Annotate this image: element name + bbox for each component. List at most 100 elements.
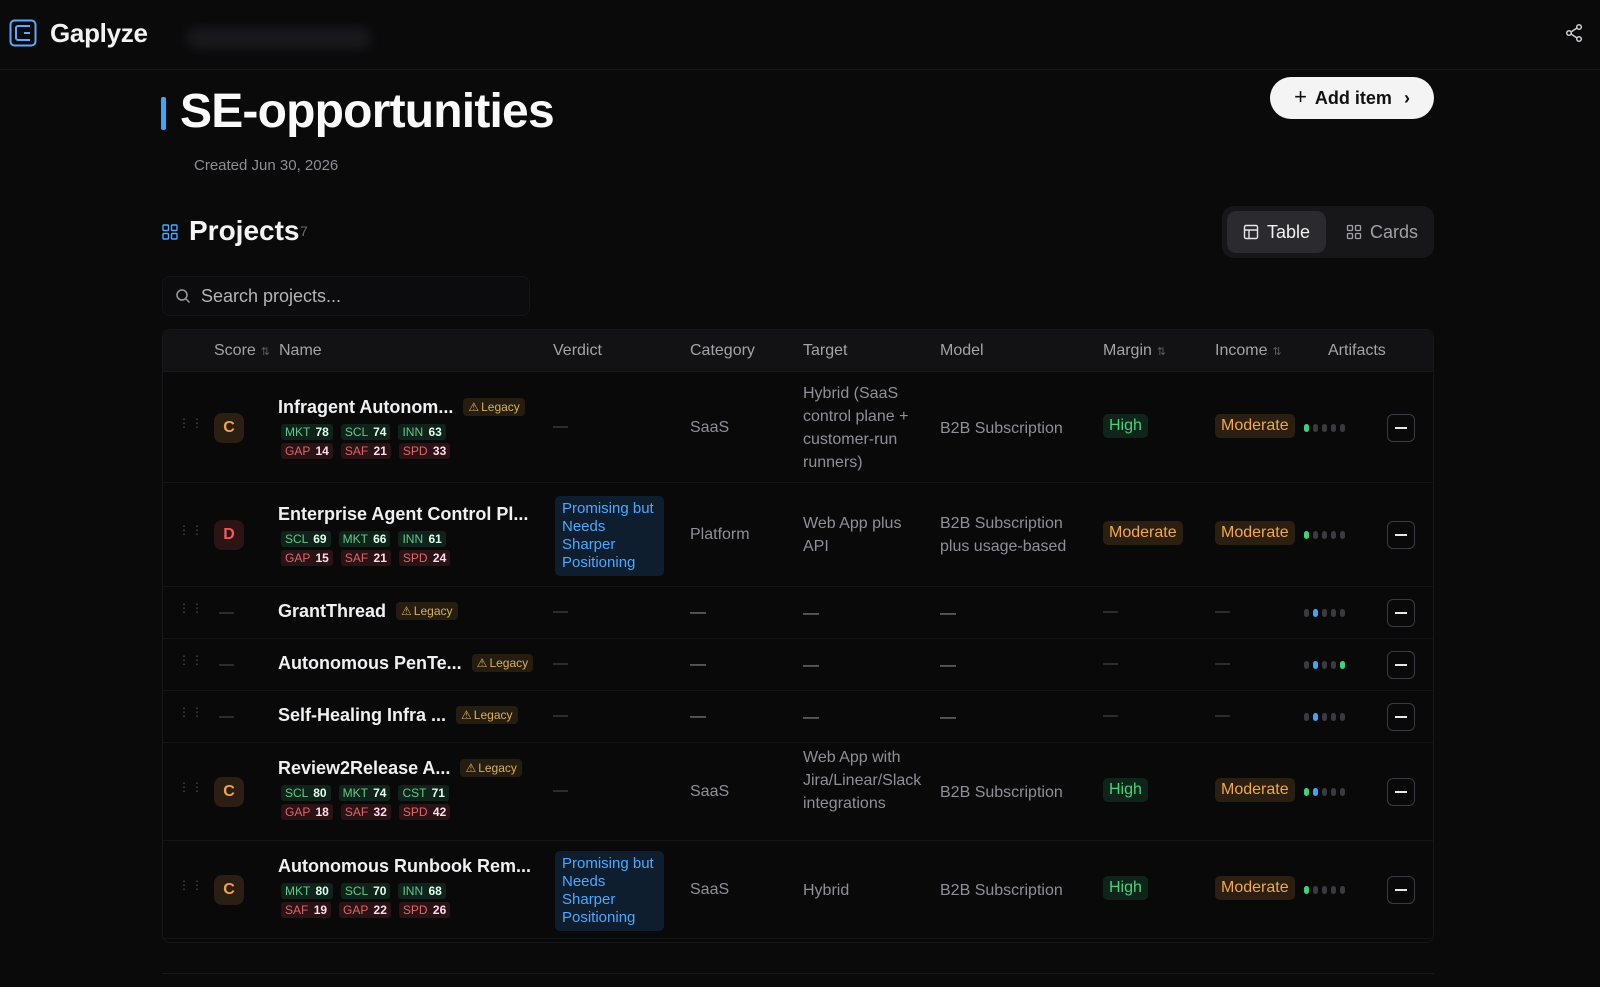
artifact-dot: [1322, 713, 1327, 721]
view-toggle: Table Cards: [1222, 206, 1434, 258]
project-name[interactable]: Self-Healing Infra ... ⚠ Legacy: [278, 705, 518, 726]
artifact-dot: [1340, 886, 1345, 894]
drag-handle-icon[interactable]: ⋮⋮: [178, 654, 203, 666]
artifacts-indicator[interactable]: [1304, 713, 1345, 721]
column-margin[interactable]: Margin ⇅: [1103, 342, 1166, 360]
minus-icon: [1395, 716, 1407, 718]
income-empty: —: [1215, 707, 1230, 724]
cards-view-button[interactable]: Cards: [1330, 211, 1434, 253]
project-name-label: Review2Release A...: [278, 758, 451, 778]
collapse-button[interactable]: [1387, 521, 1415, 549]
column-target-label: Target: [803, 342, 848, 359]
table-row[interactable]: ⋮⋮ C Review2Release A... ⚠ Legacy SCL 80 MKT 7…: [163, 743, 1433, 841]
artifact-dot: [1304, 609, 1309, 617]
artifacts-indicator[interactable]: [1304, 788, 1345, 796]
column-artifacts-label: Artifacts: [1328, 342, 1386, 359]
column-score[interactable]: Score ⇅: [214, 342, 270, 360]
warning-icon: ⚠: [461, 708, 472, 722]
project-name[interactable]: Infragent Autonom... ⚠ Legacy: [278, 397, 525, 418]
table-row[interactable]: ⋮⋮ — Autonomous PenTe... ⚠ Legacy — — — — — —: [163, 639, 1433, 691]
collapse-button[interactable]: [1387, 599, 1415, 627]
share-icon[interactable]: [1564, 23, 1584, 43]
project-name-label: Enterprise Agent Control Pl...: [278, 504, 529, 524]
minus-icon: [1395, 791, 1407, 793]
project-name[interactable]: Autonomous PenTe... ⚠ Legacy: [278, 653, 534, 674]
income-badge: Moderate: [1215, 876, 1295, 900]
metric-chip-negative: SAF 21: [340, 550, 391, 566]
target-cell: Hybrid (SaaS control plane + customer-ru…: [803, 385, 909, 471]
divider: [162, 973, 1434, 974]
artifacts-indicator[interactable]: [1304, 661, 1345, 669]
score-empty: —: [219, 604, 234, 621]
gaplyze-logo-icon[interactable]: [9, 19, 37, 47]
column-score-label: Score: [214, 342, 256, 359]
projects-count: 7: [300, 223, 308, 239]
category-cell: —: [690, 604, 706, 621]
table-row[interactable]: ⋮⋮ C Autonomous Runbook Rem... MKT 80 SCL 70…: [163, 841, 1433, 939]
column-income[interactable]: Income ⇅: [1215, 342, 1282, 360]
table-row[interactable]: ⋮⋮ D Enterprise Agent Control Pl... SCL 69 M…: [163, 483, 1433, 587]
artifacts-indicator[interactable]: [1304, 424, 1345, 432]
collapse-button[interactable]: [1387, 414, 1415, 442]
artifact-dot: [1313, 886, 1318, 894]
metric-chips: SCL 69 MKT 66 INN 61 GAP 15 SAF 21 SPD 24: [281, 531, 451, 566]
drag-handle-icon[interactable]: ⋮⋮: [178, 879, 203, 891]
margin-empty: —: [1103, 707, 1118, 724]
breadcrumb-blurred: [186, 27, 371, 49]
artifact-dot: [1304, 886, 1309, 894]
model-cell: —: [940, 656, 956, 674]
category-cell: Platform: [690, 526, 750, 543]
verdict-empty: —: [553, 782, 568, 799]
artifact-dot: [1340, 713, 1345, 721]
artifact-dot: [1304, 424, 1309, 432]
title-accent-bar: [161, 97, 166, 130]
collapse-button[interactable]: [1387, 651, 1415, 679]
drag-handle-icon[interactable]: ⋮⋮: [178, 417, 203, 429]
artifacts-indicator[interactable]: [1304, 531, 1345, 539]
table-row[interactable]: ⋮⋮ — GrantThread ⚠ Legacy — — — — — —: [163, 587, 1433, 639]
table-view-button[interactable]: Table: [1227, 211, 1327, 253]
artifact-dot: [1340, 788, 1345, 796]
score-empty: —: [219, 656, 234, 673]
table-row[interactable]: ⋮⋮ — Self-Healing Infra ... ⚠ Legacy — — — — — —: [163, 691, 1433, 743]
column-verdict: Verdict: [553, 342, 602, 360]
artifact-dot: [1331, 661, 1336, 669]
brand-name[interactable]: Gaplyze: [50, 18, 148, 49]
cards-view-label: Cards: [1370, 221, 1419, 242]
search-input[interactable]: [201, 285, 501, 307]
column-artifacts: Artifacts: [1328, 342, 1386, 360]
column-category-label: Category: [690, 342, 755, 359]
column-target: Target: [803, 342, 847, 360]
warning-icon: ⚠: [468, 400, 480, 414]
target-cell: —: [803, 708, 819, 726]
target-cell: —: [803, 604, 819, 622]
add-item-button[interactable]: + Add item ›: [1270, 77, 1434, 119]
collapse-button[interactable]: [1387, 703, 1415, 731]
warning-icon: ⚠: [476, 656, 488, 670]
collapse-button[interactable]: [1387, 778, 1415, 806]
category-cell: SaaS: [690, 419, 730, 436]
artifacts-indicator[interactable]: [1304, 886, 1345, 894]
drag-handle-icon[interactable]: ⋮⋮: [178, 781, 203, 793]
project-name[interactable]: Autonomous Runbook Rem...: [278, 856, 531, 877]
minus-icon: [1395, 612, 1407, 614]
artifact-dot: [1304, 788, 1309, 796]
margin-empty: —: [1103, 655, 1118, 672]
drag-handle-icon[interactable]: ⋮⋮: [178, 706, 203, 718]
table-row[interactable]: ⋮⋮ C Infragent Autonom... ⚠ Legacy MKT 78 SCL …: [163, 373, 1433, 483]
drag-handle-icon[interactable]: ⋮⋮: [178, 602, 203, 614]
score-empty: —: [219, 708, 234, 725]
artifacts-indicator[interactable]: [1304, 609, 1345, 617]
grid-icon: [162, 224, 178, 240]
project-name[interactable]: Enterprise Agent Control Pl...: [278, 504, 528, 525]
drag-handle-icon[interactable]: ⋮⋮: [178, 524, 203, 536]
model-cell: B2B Subscription: [940, 881, 1063, 899]
margin-badge: High: [1103, 414, 1148, 438]
metric-chip-negative: GAP 14: [281, 443, 333, 459]
margin-badge: Moderate: [1103, 521, 1183, 545]
income-empty: —: [1215, 603, 1230, 620]
project-name[interactable]: GrantThread ⚠ Legacy: [278, 601, 458, 622]
collapse-button[interactable]: [1387, 876, 1415, 904]
verdict-empty: —: [553, 707, 568, 724]
project-name[interactable]: Review2Release A... ⚠ Legacy: [278, 758, 522, 779]
